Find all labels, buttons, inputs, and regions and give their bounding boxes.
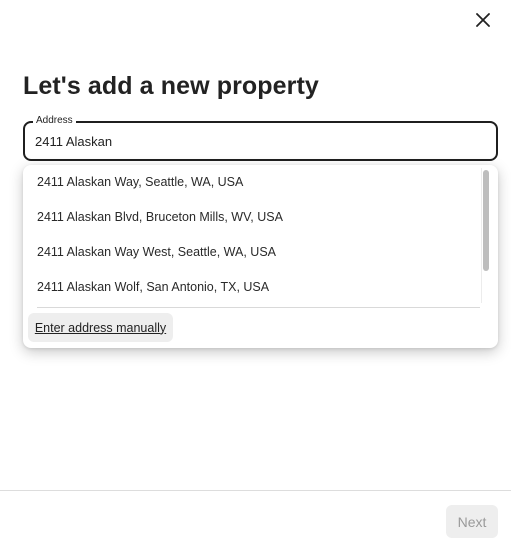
suggestion-item[interactable]: 2411 Alaskan Way, Seattle, WA, USA: [37, 165, 243, 200]
address-suggestions-dropdown: 2411 Alaskan Way, Seattle, WA, USA 2411 …: [23, 165, 498, 348]
footer: Next: [0, 490, 511, 546]
close-button[interactable]: [470, 7, 496, 33]
enter-address-manually-button[interactable]: Enter address manually: [28, 313, 173, 342]
suggestion-item[interactable]: 2411 Alaskan Blvd, Bruceton Mills, WV, U…: [37, 200, 283, 235]
address-field[interactable]: Address: [23, 114, 498, 161]
next-button-label: Next: [457, 513, 487, 530]
suggestion-item[interactable]: 2411 Alaskan Way West, Seattle, WA, USA: [37, 235, 276, 270]
next-button[interactable]: Next: [446, 505, 498, 538]
close-icon: [476, 13, 490, 27]
address-input[interactable]: [35, 123, 475, 159]
suggestion-item[interactable]: 2411 Alaskan Wolf, San Antonio, TX, USA: [37, 270, 269, 305]
enter-address-manually-label: Enter address manually: [34, 320, 167, 335]
scrollbar-thumb[interactable]: [483, 170, 489, 271]
suggestion-list: 2411 Alaskan Way, Seattle, WA, USA 2411 …: [23, 165, 483, 308]
divider: [37, 307, 480, 308]
page-title: Let's add a new property: [23, 72, 319, 100]
